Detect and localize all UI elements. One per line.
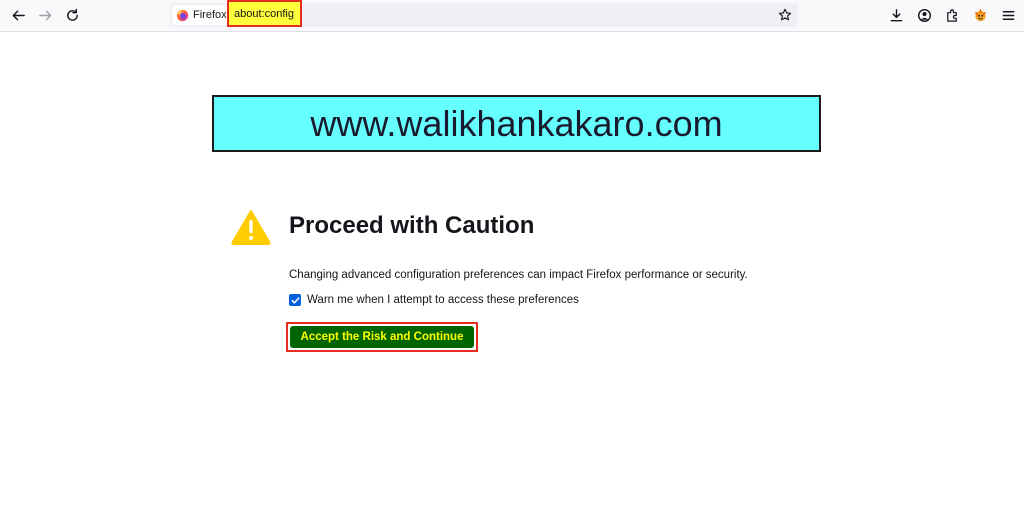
warn-checkbox-label: Warn me when I attempt to access these p… — [307, 294, 579, 306]
warn-checkbox[interactable] — [289, 294, 301, 306]
browser-toolbar: Firefox about:config — [0, 0, 1024, 32]
accept-risk-button[interactable]: Accept the Risk and Continue — [290, 326, 474, 348]
star-icon — [778, 8, 792, 21]
warn-checkbox-row[interactable]: Warn me when I attempt to access these p… — [289, 294, 579, 306]
url-text[interactable]: about:config — [227, 0, 302, 27]
warning-description: Changing advanced configuration preferen… — [289, 269, 748, 281]
warning-triangle-icon — [231, 210, 271, 245]
forward-arrow-icon — [38, 10, 51, 20]
reload-button[interactable] — [62, 5, 82, 25]
identity-box[interactable]: Firefox — [172, 5, 232, 25]
profile-extension-button[interactable] — [970, 5, 990, 25]
download-icon — [890, 8, 902, 21]
bookmark-star-button[interactable] — [776, 6, 794, 24]
extensions-icon — [946, 8, 957, 22]
app-menu-button[interactable] — [998, 5, 1018, 25]
checkmark-icon — [291, 296, 299, 304]
downloads-button[interactable] — [886, 5, 906, 25]
extensions-button[interactable] — [942, 5, 962, 25]
forward-button[interactable] — [35, 5, 55, 25]
profile-extension-icon — [974, 8, 986, 21]
url-bar[interactable]: Firefox about:config — [170, 0, 798, 27]
watermark-banner: www.walikhankakaro.com — [212, 95, 821, 152]
identity-label: Firefox — [193, 9, 227, 21]
page-title: Proceed with Caution — [289, 212, 535, 239]
account-icon — [917, 8, 931, 22]
hamburger-menu-icon — [1002, 10, 1014, 20]
accept-button-highlight: Accept the Risk and Continue — [286, 322, 478, 352]
firefox-logo-icon — [176, 9, 189, 21]
reload-icon — [66, 8, 78, 21]
back-button[interactable] — [8, 5, 28, 25]
back-arrow-icon — [12, 10, 25, 20]
account-button[interactable] — [914, 5, 934, 25]
